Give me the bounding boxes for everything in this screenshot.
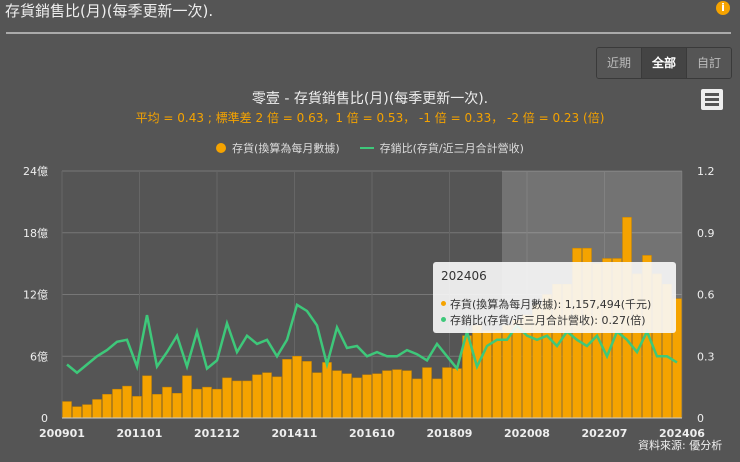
y-right-tick-label: 0.6 xyxy=(697,289,715,302)
x-tick-label: 202207 xyxy=(582,427,628,440)
inventory-bar xyxy=(202,386,212,419)
x-tick-label: 201411 xyxy=(272,427,318,440)
inventory-bar xyxy=(392,369,402,419)
inventory-bar xyxy=(162,386,172,419)
inventory-bar xyxy=(62,401,72,419)
inventory-bar xyxy=(122,385,132,419)
inventory-bar xyxy=(182,375,192,419)
chart-plot: 0 0 6億 0.3 12億 0.6 18億 0.9 24億 1.2 200901 201101 201… xyxy=(23,165,715,440)
inventory-bar xyxy=(272,376,282,419)
inventory-bar xyxy=(472,325,482,419)
x-tick-label: 201809 xyxy=(427,427,473,440)
inventory-bar xyxy=(312,372,322,419)
x-tick-label: 200901 xyxy=(39,427,85,440)
inventory-bar xyxy=(282,359,292,419)
inventory-bar xyxy=(432,378,442,419)
inventory-bar xyxy=(362,374,372,419)
inventory-bar xyxy=(342,373,352,419)
x-tick-label: 202008 xyxy=(504,427,550,440)
inventory-bar xyxy=(112,388,122,419)
tooltip-date: 202406 xyxy=(441,269,487,283)
inventory-bar xyxy=(262,372,272,419)
tooltip: 202406 存貨(換算為每月數據): 1,157,494(千元) 存銷比(存貨… xyxy=(433,262,676,333)
inventory-bar xyxy=(232,380,242,419)
inventory-bar xyxy=(102,394,112,419)
inventory-bar xyxy=(82,404,92,419)
inventory-bar xyxy=(292,356,302,419)
inventory-bar xyxy=(72,406,82,419)
inventory-bar xyxy=(352,377,362,419)
y-left-tick-label: 6億 xyxy=(30,350,48,363)
inventory-bar xyxy=(222,377,232,419)
inventory-bar xyxy=(192,388,202,419)
inventory-bar xyxy=(372,373,382,419)
y-left-tick-label: 0 xyxy=(41,412,48,425)
y-right-tick-label: 0 xyxy=(697,412,704,425)
inventory-bar xyxy=(302,361,312,419)
y-right-tick-label: 1.2 xyxy=(697,165,715,178)
x-tick-label: 201610 xyxy=(349,427,395,440)
inventory-bar xyxy=(422,367,432,419)
inventory-bar xyxy=(442,367,452,419)
tooltip-inventory: 存貨(換算為每月數據): 1,157,494(千元) xyxy=(441,296,651,312)
y-left-tick-label: 12億 xyxy=(23,289,48,302)
inventory-bar xyxy=(252,374,262,419)
inventory-bar xyxy=(492,330,502,419)
inventory-bar xyxy=(152,394,162,419)
inventory-bar xyxy=(402,370,412,419)
x-tick-label: 201101 xyxy=(117,427,163,440)
x-tick-label: 201212 xyxy=(194,427,240,440)
data-source: 資料來源: 優分析 xyxy=(638,439,723,452)
inventory-bar xyxy=(322,362,332,419)
y-left-tick-label: 18億 xyxy=(23,227,48,240)
inventory-bar xyxy=(92,399,102,419)
inventory-bar xyxy=(212,388,222,419)
y-right-tick-label: 0.9 xyxy=(697,227,715,240)
inventory-bar xyxy=(132,396,142,419)
inventory-bar xyxy=(332,370,342,419)
inventory-bar xyxy=(412,378,422,419)
inventory-bar xyxy=(382,370,392,419)
inventory-bar xyxy=(172,393,182,419)
inventory-bar xyxy=(512,319,522,419)
tooltip-ratio: 存銷比(存貨/近三月合計營收): 0.27(倍) xyxy=(441,312,646,328)
inventory-bar xyxy=(242,380,252,419)
inventory-bar xyxy=(142,375,152,419)
inventory-bar xyxy=(452,368,462,419)
y-right-tick-label: 0.3 xyxy=(697,350,715,363)
y-left-tick-label: 24億 xyxy=(23,165,48,178)
